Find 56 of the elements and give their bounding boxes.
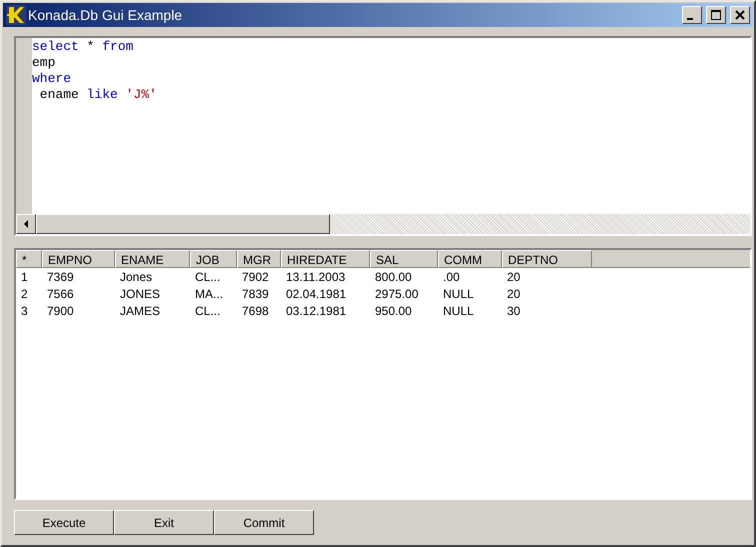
scroll-thumb[interactable] [36,214,330,234]
table-cell-text: 7566 [46,286,75,302]
column-header[interactable]: ENAME [115,250,190,268]
table-cell-text: 20 [506,269,522,285]
table-cell-text: 1 [20,269,29,285]
table-cell-text: NULL [442,303,475,319]
code-line: ename like 'J%' [38,87,157,103]
action-button[interactable]: Exit [114,510,214,535]
table-cell-text: JONES [119,286,162,302]
table-cell-text: 950.00 [374,303,413,319]
table-cell-text: 2975.00 [374,286,420,302]
column-header[interactable]: COMM [438,250,502,268]
minimize-button[interactable] [682,6,702,24]
table-cell-text: MA... [194,286,224,302]
table-cell-text: 02.04.1981 [285,286,348,302]
code-line: where [32,71,72,87]
sql-editor[interactable]: select * from emp where ename like 'J%' [14,36,752,236]
minimize-icon [687,18,693,20]
maximize-button[interactable] [706,6,726,24]
table-cell-text: CL... [194,269,222,285]
table-cell-text: 7902 [241,269,270,285]
table-cell-text: Jones [119,269,154,285]
table-cell-text: JAMES [119,303,162,319]
table-cell-text: 7698 [241,303,270,319]
action-button[interactable]: Commit [214,510,314,535]
table-cell-text: 2 [20,286,29,302]
column-header[interactable]: EMPNO [42,250,115,268]
table-cell-text: 30 [506,303,522,319]
scroll-left-button[interactable] [16,214,36,234]
table-cell-text: 7839 [241,286,270,302]
code-line: select * from [32,39,134,55]
column-header[interactable]: MGR [237,250,281,268]
table-cell-text: 7900 [46,303,75,319]
column-header[interactable]: * [16,250,42,268]
table-cell-text: CL... [194,303,222,319]
code-line: emp [32,55,56,71]
table-cell-text: 20 [506,286,522,302]
table-cell-text: .00 [442,269,461,285]
column-header[interactable]: HIREDATE [281,250,370,268]
column-header[interactable]: DEPTNO [502,250,592,268]
action-button[interactable]: Execute [14,510,114,535]
close-button[interactable] [730,6,750,24]
table-cell-text: 3 [20,303,29,319]
column-header[interactable]: SAL [370,250,438,268]
window-title: Konada.Db Gui Example [28,7,184,23]
table-cell-text: 800.00 [374,269,413,285]
close-icon [734,9,746,21]
table-cell-text: 03.12.1981 [285,303,348,319]
left-arrow-icon [23,220,29,228]
maximize-icon [710,9,722,21]
table-cell-text: NULL [442,286,475,302]
column-header[interactable]: JOB [190,250,237,268]
logo-icon [6,5,26,25]
horizontal-scrollbar[interactable] [16,214,750,234]
table-cell-text: 7369 [46,269,75,285]
table-cell-text: 13.11.2003 [285,269,346,285]
